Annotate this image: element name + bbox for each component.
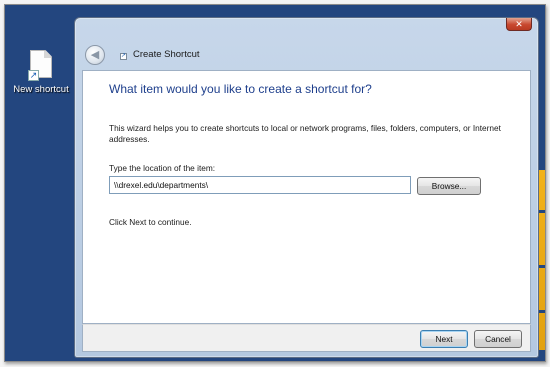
desktop-icon-label: New shortcut [13, 84, 69, 95]
screenshot-frame: ↗ New shortcut ✕ ◀ ↗ Create Shortcut Wha… [4, 4, 546, 362]
location-input[interactable]: \\drexel.edu\departments\ [109, 176, 411, 194]
window-title: Create Shortcut [133, 49, 200, 60]
wizard-content: What item would you like to create a sho… [82, 70, 531, 324]
wizard-heading: What item would you like to create a sho… [109, 82, 372, 96]
wizard-titlebar: ◀ ↗ Create Shortcut [82, 42, 531, 70]
cancel-button[interactable]: Cancel [474, 330, 522, 348]
close-button[interactable]: ✕ [506, 18, 532, 31]
browse-button[interactable]: Browse... [417, 177, 481, 195]
next-button[interactable]: Next [420, 330, 468, 348]
back-button[interactable]: ◀ [85, 45, 105, 65]
shortcut-arrow-icon: ↗ [28, 70, 39, 81]
location-label: Type the location of the item: [109, 163, 216, 173]
continue-hint: Click Next to continue. [109, 217, 192, 227]
desktop-icon-new-shortcut[interactable]: ↗ New shortcut [9, 50, 73, 95]
wizard-description: This wizard helps you to create shortcut… [109, 123, 501, 144]
shortcut-title-icon: ↗ [120, 53, 127, 60]
create-shortcut-window: ✕ ◀ ↗ Create Shortcut What item would yo… [74, 17, 539, 358]
wizard-footer: Next Cancel [82, 324, 531, 352]
